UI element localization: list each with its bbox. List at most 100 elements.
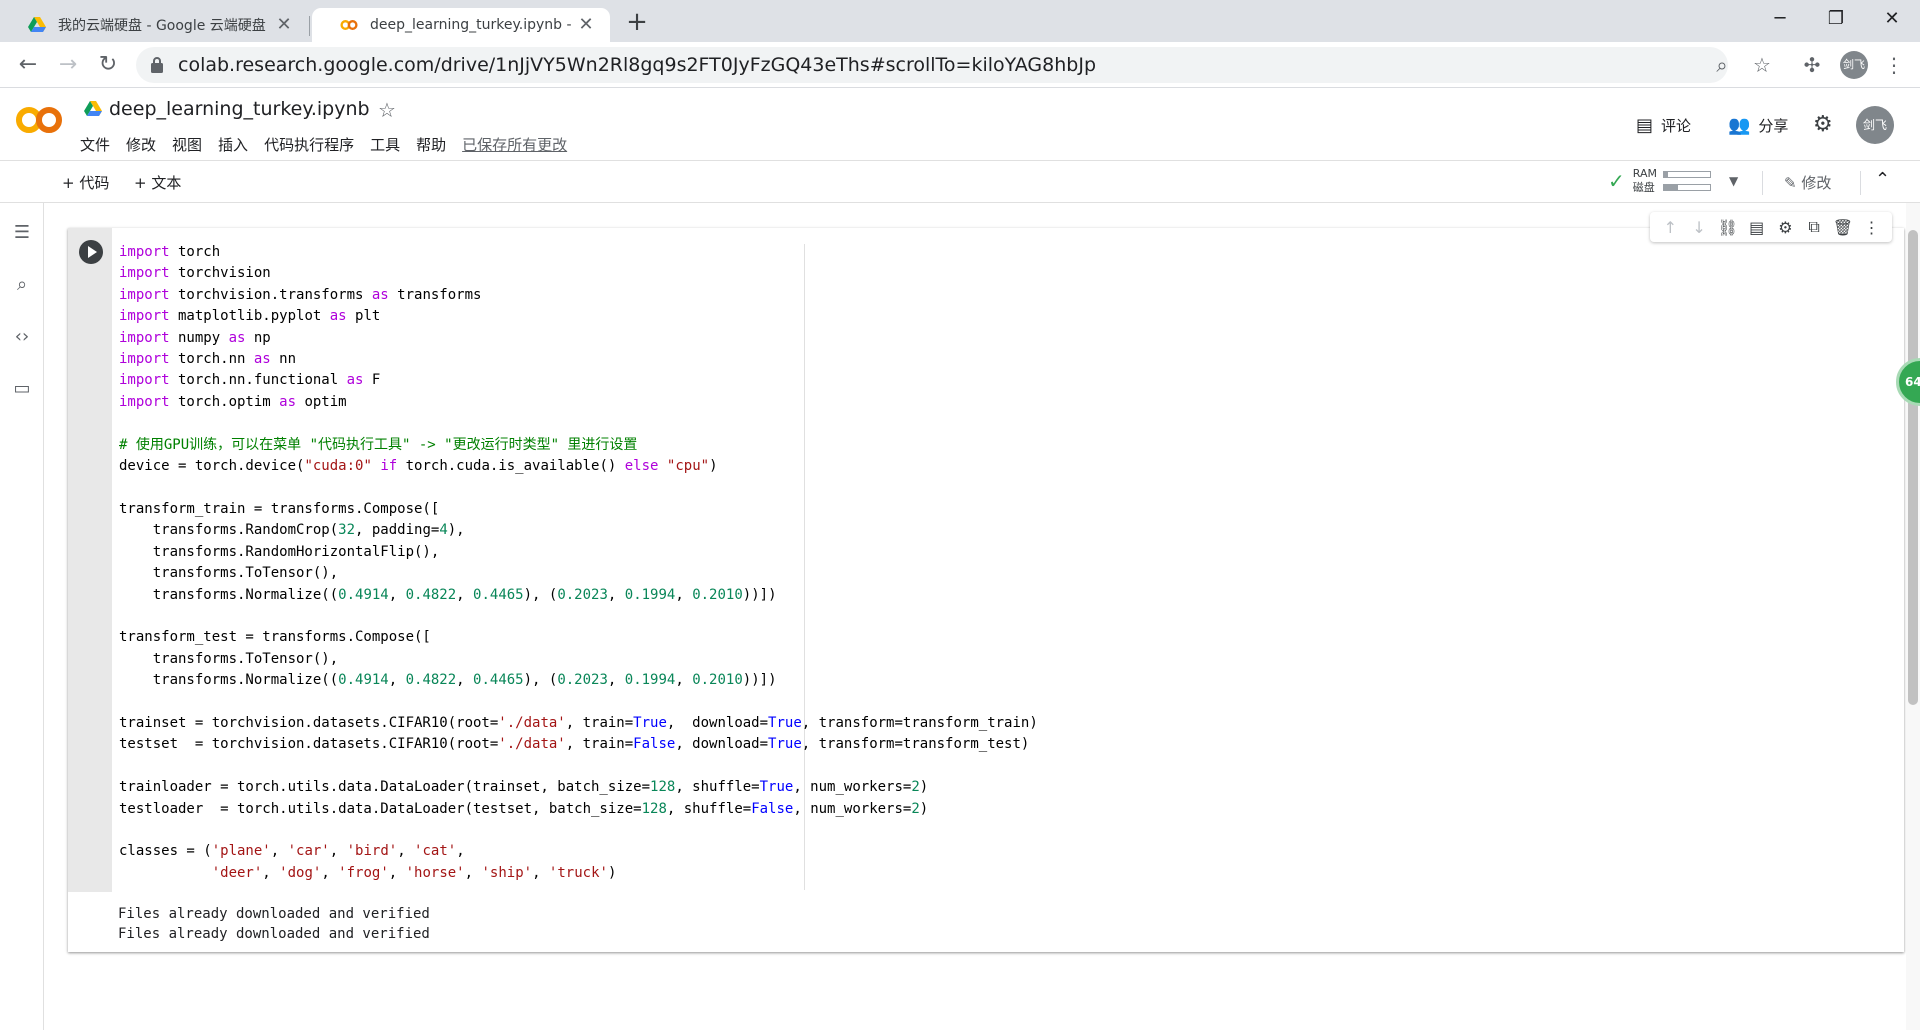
code-line: transforms.RandomCrop(32, padding=4), — [119, 522, 465, 539]
browser-toolbar: ← → ↻ colab.research.google.com/drive/1n… — [0, 42, 1920, 88]
url-text: colab.research.google.com/drive/1nJjVY5W… — [178, 54, 1097, 76]
new-tab-button[interactable]: + — [622, 8, 652, 38]
code-line: import torch.optim as optim — [119, 393, 347, 410]
close-window-icon[interactable]: ✕ — [1864, 0, 1920, 40]
comment-icon[interactable]: ▤ — [1745, 218, 1769, 237]
address-bar[interactable]: colab.research.google.com/drive/1nJjVY5W… — [136, 47, 1728, 83]
menu-tools[interactable]: 工具 — [370, 134, 400, 155]
chevron-up-icon[interactable]: ⌃ — [1875, 169, 1890, 190]
code-line: device = torch.device("cuda:0" if torch.… — [119, 458, 718, 475]
menu-help[interactable]: 帮助 — [416, 134, 446, 155]
comment-icon: ▤ — [1636, 115, 1654, 136]
code-line: import matplotlib.pyplot as plt — [119, 308, 381, 325]
forward-icon[interactable]: → — [52, 49, 84, 81]
tab-colab-notebook[interactable]: deep_learning_turkey.ipynb - Colaborator… — [312, 8, 610, 42]
code-line: transforms.ToTensor(), — [119, 650, 339, 667]
tab-title: deep_learning_turkey.ipynb - Colaborator… — [370, 17, 576, 33]
extensions-icon[interactable]: ✣ — [1798, 51, 1826, 79]
comment-label: 评论 — [1661, 117, 1692, 135]
code-line: ​ — [119, 756, 1038, 777]
comment-button[interactable]: ▤ 评论 — [1636, 115, 1691, 136]
code-line: ​ — [119, 477, 1038, 498]
code-line: import torchvision — [119, 265, 271, 282]
people-icon: 👥 — [1728, 115, 1751, 136]
account-avatar[interactable]: 剑飞 — [1856, 106, 1894, 144]
code-line: import numpy as np — [119, 329, 271, 346]
code-line: transform_test = transforms.Compose([ — [119, 629, 431, 646]
edit-button[interactable]: ✎ 修改 — [1784, 172, 1831, 193]
code-line: transform_train = transforms.Compose([ — [119, 500, 440, 517]
close-tab-icon[interactable]: ✕ — [576, 15, 596, 35]
restore-icon[interactable]: ❐ — [1808, 0, 1864, 40]
code-line: ​ — [119, 606, 1038, 627]
notebook-toolbar: + 代码 + 文本 ✓ RAM 磁盘 ▼ ✎ 修改 ⌃ — [0, 161, 1920, 203]
add-text-button[interactable]: + 文本 — [134, 172, 181, 193]
code-line: # 使用GPU训练，可以在菜单 "代码执行工具" -> "更改运行时类型" 里进… — [119, 436, 638, 453]
menu-insert[interactable]: 插入 — [218, 134, 248, 155]
close-tab-icon[interactable]: ✕ — [274, 15, 294, 35]
code-line: ​ — [119, 820, 1038, 841]
link-icon[interactable]: ⛓ — [1716, 218, 1740, 237]
move-down-icon[interactable]: ↓ — [1687, 218, 1711, 237]
divider — [1762, 171, 1763, 195]
menu-view[interactable]: 视图 — [172, 134, 202, 155]
colab-header: deep_learning_turkey.ipynb ☆ 文件 修改 视图 插入… — [0, 88, 1920, 161]
divider — [1860, 171, 1861, 195]
code-line: trainloader = torch.utils.data.DataLoade… — [119, 779, 929, 796]
edit-label: 修改 — [1801, 174, 1832, 192]
code-line: ​ — [119, 692, 1038, 713]
code-line: transforms.ToTensor(), — [119, 565, 339, 582]
code-cell[interactable]: import torch import torchvision import tor… — [68, 228, 1904, 952]
output-line: Files already downloaded and verified — [118, 926, 430, 942]
zoom-icon[interactable]: ⌕ — [1708, 51, 1736, 79]
star-icon[interactable]: ☆ — [378, 98, 396, 122]
notebook-title[interactable]: deep_learning_turkey.ipynb — [109, 98, 370, 120]
share-button[interactable]: 👥 分享 — [1728, 115, 1788, 136]
code-line: trainset = torchvision.datasets.CIFAR10(… — [119, 714, 1038, 731]
save-status[interactable]: 已保存所有更改 — [462, 134, 567, 155]
more-vert-icon[interactable]: ⋮ — [1860, 218, 1884, 237]
disk-usage-bar — [1662, 184, 1711, 191]
browser-menu-icon[interactable]: ⋮ — [1880, 51, 1908, 79]
add-code-button[interactable]: + 代码 — [62, 172, 109, 193]
pencil-icon: ✎ — [1784, 174, 1797, 192]
ram-usage-bar — [1662, 171, 1711, 178]
move-up-icon[interactable]: ↑ — [1658, 218, 1682, 237]
table-of-contents-icon[interactable]: ☰ — [10, 221, 34, 245]
cell-toolbar: ↑ ↓ ⛓ ▤ ⚙ ⧉ 🗑 ⋮ — [1650, 212, 1892, 242]
menu-file[interactable]: 文件 — [80, 134, 110, 155]
lock-icon — [151, 57, 163, 73]
resource-monitor[interactable]: ✓ RAM 磁盘 ▼ — [1608, 167, 1738, 195]
settings-gear-icon[interactable]: ⚙ — [1813, 112, 1833, 137]
left-sidebar: ☰ ⌕ ‹› ▭ — [0, 203, 44, 1030]
output-line: Files already downloaded and verified — [118, 906, 430, 922]
run-cell-button[interactable] — [79, 240, 103, 264]
code-line: import torchvision.transforms as transfo… — [119, 286, 482, 303]
code-editor[interactable]: import torch import torchvision import tor… — [112, 228, 1904, 892]
tab-title: 我的云端硬盘 - Google 云端硬盘 — [58, 18, 266, 34]
code-snippets-icon[interactable]: ‹› — [10, 325, 34, 349]
reload-icon[interactable]: ↻ — [92, 49, 124, 81]
delete-icon[interactable]: 🗑 — [1831, 218, 1855, 237]
profile-avatar[interactable]: 剑飞 — [1840, 51, 1868, 79]
colab-logo[interactable] — [14, 104, 64, 136]
menu-runtime[interactable]: 代码执行程序 — [264, 134, 354, 155]
search-icon[interactable]: ⌕ — [10, 273, 34, 297]
minimize-icon[interactable]: ─ — [1752, 0, 1808, 40]
code-line: 'deer', 'dog', 'frog', 'horse', 'ship', … — [211, 864, 617, 881]
scrollbar-thumb[interactable] — [1908, 230, 1918, 705]
colab-icon — [340, 16, 358, 34]
mirror-cell-icon[interactable]: ⧉ — [1802, 217, 1826, 237]
tab-google-drive[interactable]: 我的云端硬盘 - Google 云端硬盘 ✕ — [0, 8, 308, 42]
chevron-down-icon[interactable]: ▼ — [1729, 174, 1738, 188]
menu-bar: 文件 修改 视图 插入 代码执行程序 工具 帮助 已保存所有更改 — [80, 134, 583, 155]
code-content: import torch import torchvision import tor… — [119, 242, 1038, 884]
folder-icon[interactable]: ▭ — [10, 377, 34, 401]
back-icon[interactable]: ← — [12, 49, 44, 81]
cell-settings-icon[interactable]: ⚙ — [1773, 218, 1797, 237]
menu-edit[interactable]: 修改 — [126, 134, 156, 155]
code-line: transforms.Normalize((0.4914, 0.4822, 0.… — [119, 586, 777, 603]
code-line: transforms.RandomHorizontalFlip(), — [119, 543, 440, 560]
google-drive-icon — [28, 16, 46, 34]
bookmark-star-icon[interactable]: ☆ — [1748, 51, 1776, 79]
